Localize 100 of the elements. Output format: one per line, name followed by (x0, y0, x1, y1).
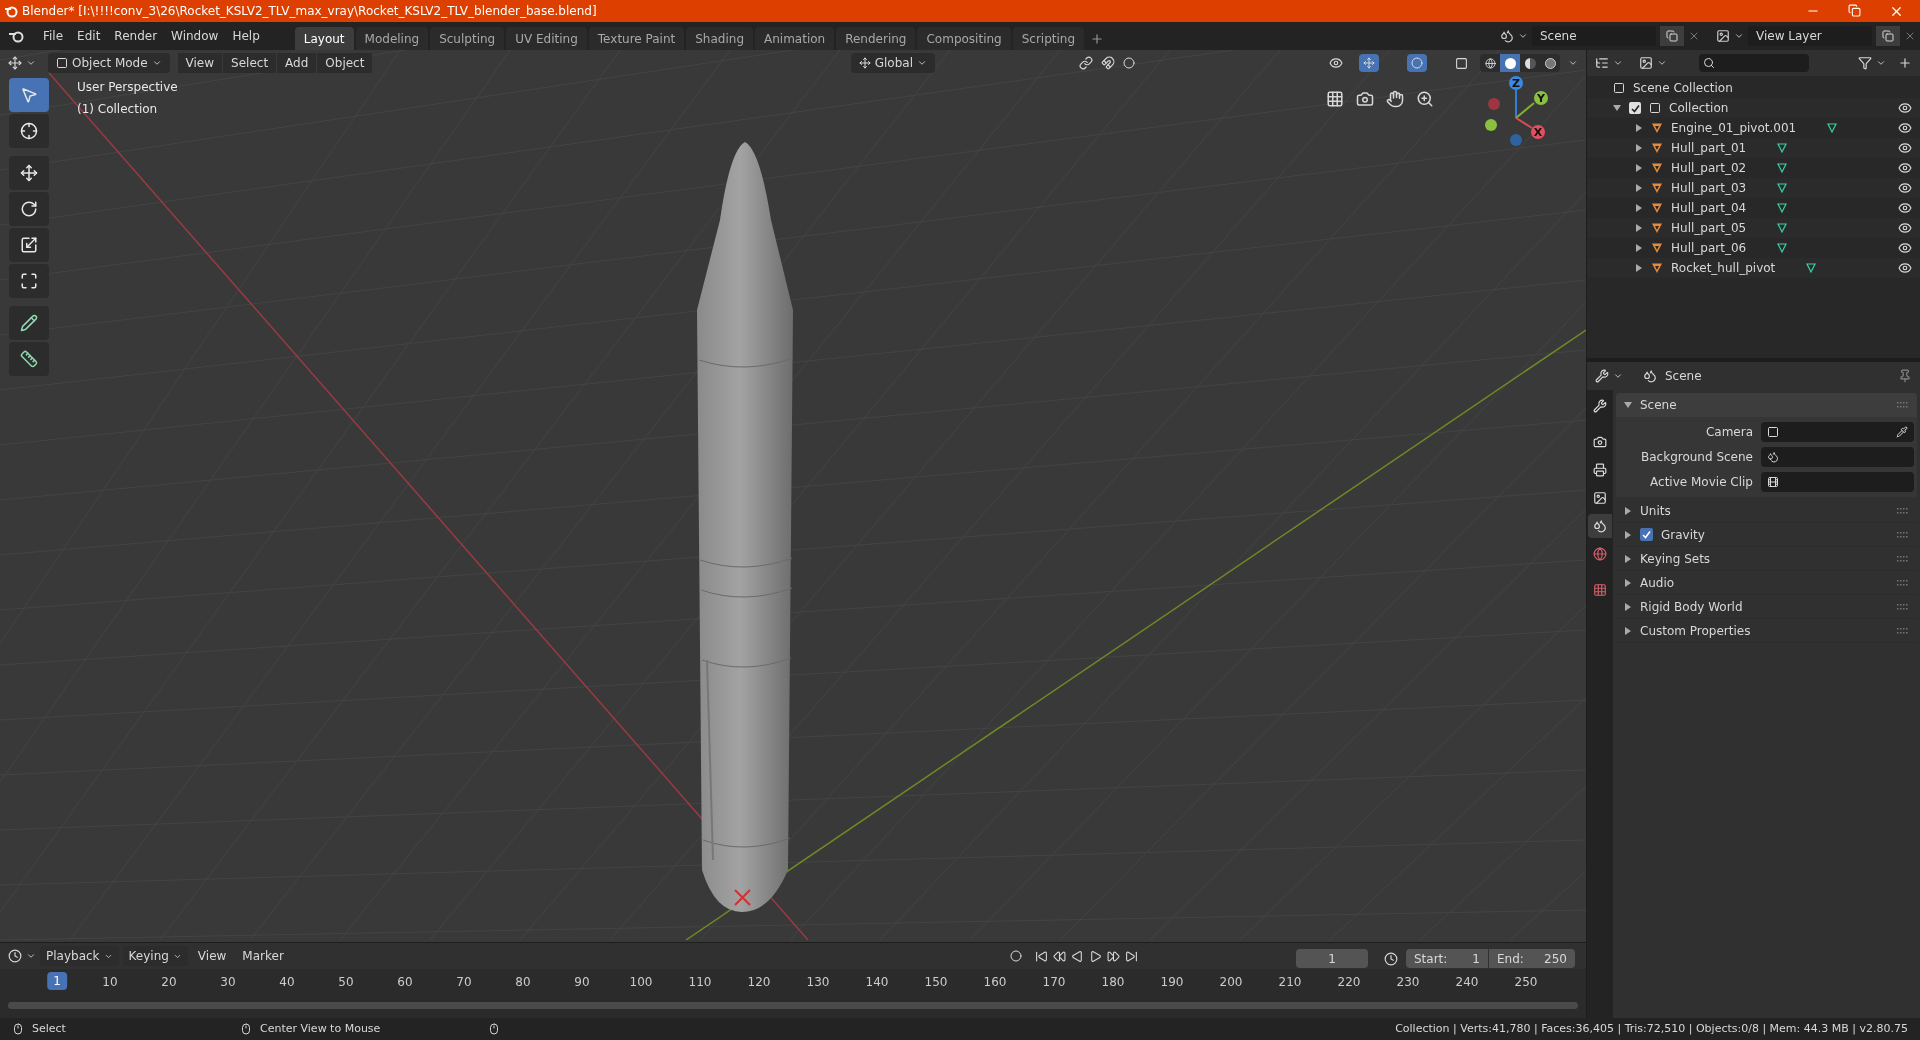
restore-icon[interactable] (1848, 3, 1861, 17)
drag-handle-icon[interactable] (1897, 627, 1909, 634)
close-icon[interactable] (1904, 30, 1916, 42)
workspace-tab[interactable]: Compositing (917, 27, 1011, 50)
workspace-tab[interactable]: Animation (755, 27, 835, 50)
playhead-frame[interactable]: 1 (47, 972, 67, 990)
workspace-tab[interactable]: Layout (294, 27, 354, 50)
editor-type-icon[interactable] (1595, 56, 1609, 70)
outliner-item[interactable]: Engine_01_pivot.001 (1671, 119, 1797, 137)
disclosure-triangle-icon[interactable] (1635, 184, 1643, 192)
panel-title[interactable]: Gravity (1661, 525, 1889, 544)
copy-icon[interactable] (1666, 30, 1678, 42)
copy-icon[interactable] (1882, 30, 1894, 42)
viewport-menu[interactable]: Object (317, 53, 373, 73)
new-collection-icon[interactable] (1898, 56, 1912, 70)
editor-type-icon[interactable] (8, 56, 22, 70)
visibility-icon[interactable] (1898, 141, 1912, 155)
xray-icon[interactable] (1455, 56, 1468, 70)
menu-item[interactable]: Help (225, 27, 267, 45)
view-layer-icon[interactable] (1716, 29, 1730, 43)
workspace-tab[interactable]: Modeling (355, 27, 429, 50)
workspace-tab[interactable]: Texture Paint (588, 27, 685, 50)
clock-icon[interactable] (1384, 951, 1398, 966)
grid-view-icon[interactable] (1326, 90, 1344, 108)
mode-dropdown[interactable]: Object Mode (48, 53, 170, 73)
drag-handle-icon[interactable] (1897, 555, 1909, 562)
timeline-menu[interactable]: View (191, 946, 233, 966)
disclosure-triangle-icon[interactable] (1624, 506, 1632, 515)
outliner-item[interactable]: Hull_part_01 (1671, 139, 1747, 157)
disclosure-triangle-icon[interactable] (1635, 164, 1643, 172)
tool-button[interactable] (9, 114, 49, 148)
visibility-icon[interactable] (1898, 261, 1912, 275)
object-field[interactable] (1761, 472, 1914, 492)
checkbox[interactable] (1640, 528, 1653, 541)
disclosure-triangle-icon[interactable] (1624, 530, 1632, 539)
axis-dot[interactable] (1488, 98, 1500, 110)
drag-handle-icon[interactable] (1897, 579, 1909, 586)
visibility-icon[interactable] (1898, 121, 1912, 135)
disclosure-triangle-icon[interactable] (1624, 626, 1632, 635)
axis-handle[interactable]: Y (1534, 91, 1548, 105)
filter-icon[interactable] (1858, 56, 1872, 70)
disclosure-triangle-icon[interactable] (1635, 144, 1643, 152)
disclosure-triangle-icon[interactable] (1624, 554, 1632, 563)
editor-type-icon[interactable] (8, 949, 22, 963)
axis-handle[interactable]: Z (1509, 76, 1523, 90)
workspace-tab[interactable]: Scripting (1012, 27, 1085, 50)
disclosure-triangle-icon[interactable] (1635, 244, 1643, 252)
visibility-icon[interactable] (1898, 241, 1912, 255)
hand-icon[interactable] (1386, 90, 1404, 108)
add-workspace-icon[interactable] (1090, 32, 1105, 46)
editor-type-icon[interactable] (1595, 369, 1609, 383)
disclosure-triangle-icon[interactable] (1635, 124, 1643, 132)
disclosure-triangle-icon[interactable] (1635, 204, 1643, 212)
scene-icon[interactable] (1500, 29, 1514, 43)
axis-dot[interactable] (1485, 119, 1497, 131)
caret-icon[interactable] (1876, 58, 1886, 68)
search-field[interactable] (1699, 54, 1809, 72)
tool-button[interactable] (9, 342, 49, 376)
panel-title[interactable]: Units (1640, 501, 1889, 520)
outliner-item[interactable]: Hull_part_03 (1671, 179, 1747, 197)
record-icon[interactable] (1010, 950, 1022, 962)
timeline-menu[interactable]: Keying (122, 946, 188, 966)
drag-handle-icon[interactable] (1897, 507, 1909, 514)
caret-icon[interactable] (1657, 58, 1667, 68)
panel-title[interactable]: Audio (1640, 573, 1889, 592)
visibility-icon[interactable] (1898, 181, 1912, 195)
workspace-tab[interactable]: Shading (686, 27, 753, 50)
timeline-scrollbar[interactable] (8, 1001, 1578, 1009)
view-layer-field[interactable]: View Layer (1748, 26, 1872, 46)
visibility-icon[interactable] (1898, 221, 1912, 235)
outliner-item[interactable]: Hull_part_06 (1671, 239, 1747, 257)
disclosure-triangle-icon[interactable] (1624, 602, 1632, 611)
caret-icon[interactable] (26, 58, 36, 68)
play-icon[interactable] (1089, 949, 1102, 963)
outliner-item[interactable]: Hull_part_02 (1671, 159, 1747, 177)
disclosure-triangle-icon[interactable] (1635, 224, 1643, 232)
timeline-menu[interactable]: Marker (236, 946, 290, 966)
visibility-icon[interactable] (1898, 161, 1912, 175)
shading-mode-button[interactable] (1500, 54, 1520, 72)
panel-title[interactable]: Rigid Body World (1640, 597, 1889, 616)
tool-button[interactable] (9, 306, 49, 340)
object-field[interactable] (1761, 447, 1914, 467)
menu-item[interactable]: Render (107, 27, 165, 45)
panel-title[interactable]: Keying Sets (1640, 549, 1889, 568)
tool-button[interactable] (9, 192, 49, 226)
outliner-item[interactable]: Rocket_hull_pivot (1671, 259, 1776, 277)
menu-item[interactable]: File (36, 27, 71, 45)
tool-button[interactable] (9, 156, 49, 190)
caret-icon[interactable] (1518, 31, 1528, 41)
caret-icon[interactable] (1568, 58, 1578, 68)
drag-handle-icon[interactable] (1897, 402, 1909, 408)
outliner-item[interactable]: Hull_part_04 (1671, 199, 1747, 217)
menu-item[interactable]: Window (164, 27, 226, 45)
caret-icon[interactable] (1613, 371, 1623, 381)
viewport[interactable]: Object Mode View Select Add Object Global User Perspective (1) Collection Z Y X (0, 50, 1586, 942)
tool-button[interactable] (9, 228, 49, 262)
properties-tab[interactable] (1588, 514, 1612, 538)
workspace-tab[interactable]: Sculpting (430, 27, 505, 50)
pin-icon[interactable] (1898, 369, 1912, 383)
tool-button[interactable] (9, 264, 49, 298)
